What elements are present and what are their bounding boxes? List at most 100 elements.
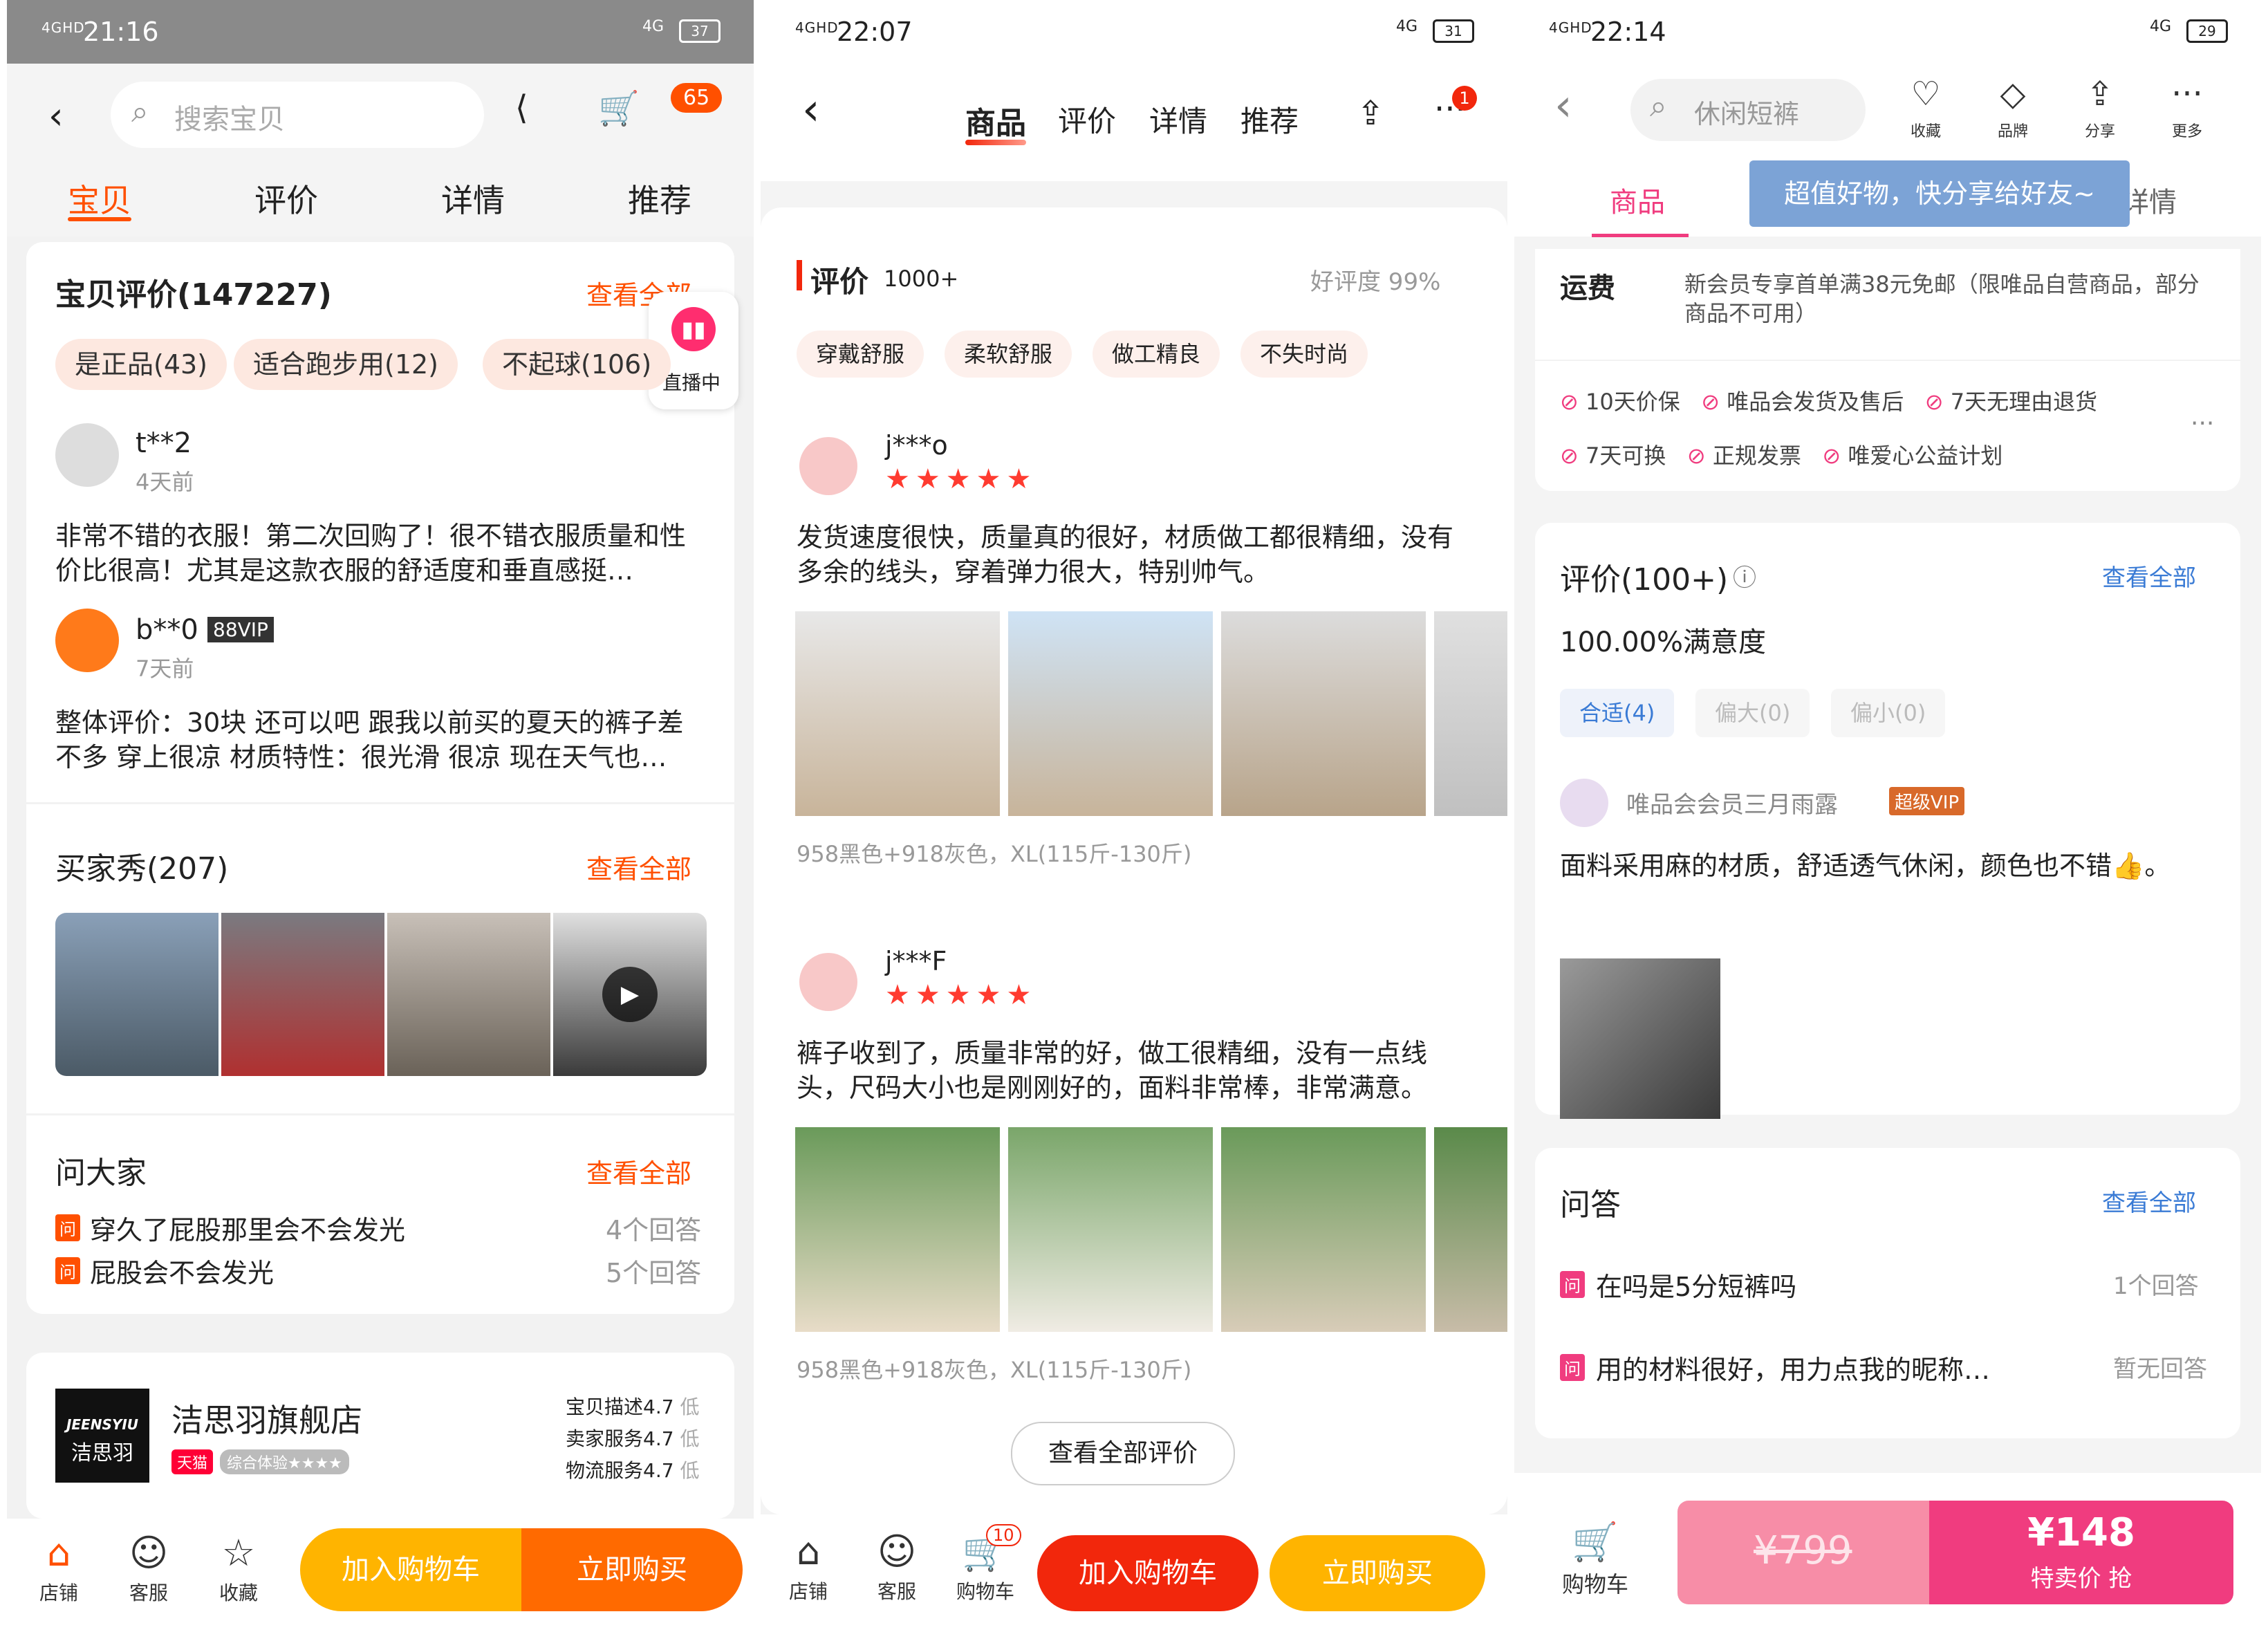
tab-item[interactable]: 商品 [965, 98, 1026, 142]
review-stars: ★ ★ ★ ★ ★ [885, 463, 1032, 495]
qa-question[interactable]: 在吗是5分短裤吗 [1596, 1265, 1796, 1304]
reviews-card: 评价(100+) ⓘ 查看全部 100.00%满意度 合适(4) 偏大(0) 偏… [1535, 523, 2240, 1119]
buyer-photo[interactable] [387, 913, 550, 1076]
tab-details[interactable]: 详情 [1149, 98, 1207, 140]
review-tag[interactable]: 穿戴舒服 [797, 331, 924, 378]
qa-question[interactable]: 用的材料很好，用力点我的昵称… [1596, 1348, 1990, 1387]
review-photo[interactable] [795, 1127, 1000, 1332]
buy-now-button[interactable]: 立即购买 [1270, 1535, 1485, 1611]
review-photo[interactable] [1221, 1127, 1426, 1332]
favorite-button[interactable]: ♡ 收藏 [1888, 73, 1964, 141]
buyer-video[interactable]: ▶ [553, 913, 707, 1076]
check-icon: ⊘ [1560, 443, 1579, 469]
view-all-reviews-button[interactable]: 查看全部评价 [1011, 1422, 1235, 1485]
buyer-photo[interactable] [55, 913, 219, 1076]
review-photo[interactable] [1008, 611, 1213, 816]
search-input[interactable]: ⌕ 休闲短裤 [1630, 79, 1866, 141]
network-indicator: 4G [1395, 18, 1418, 35]
more-button[interactable]: ··· 更多 [2149, 73, 2225, 141]
qa-tag: 问 [55, 1257, 80, 1284]
back-icon[interactable]: ‹ [1554, 80, 1572, 131]
add-cart-button[interactable]: 加入购物车 [1037, 1535, 1258, 1611]
qa-question[interactable]: 穿久了屁股那里会不会发光 [90, 1209, 405, 1247]
reviews-view-all[interactable]: 查看全部 [2102, 559, 2196, 593]
review-text[interactable]: 非常不错的衣服！第二次回购了！很不错衣服质量和性价比很高！尤其是这款衣服的舒适度… [55, 519, 705, 588]
tab-indicator [965, 140, 1026, 145]
review-tag[interactable]: 做工精良 [1093, 331, 1220, 378]
tab-recommend[interactable]: 推荐 [1240, 98, 1299, 140]
review-photo[interactable] [1434, 611, 1507, 816]
share-button[interactable]: ⇪ 分享 [2062, 73, 2138, 141]
tab-reviews[interactable]: 评价 [254, 176, 318, 221]
favorite-button[interactable]: ☆ 收藏 [201, 1532, 277, 1606]
status-bar: 4GHD 22:14 4G 29 [1514, 0, 2261, 64]
info-icon[interactable]: ⓘ [1733, 559, 1756, 593]
back-icon[interactable]: ‹ [48, 94, 64, 138]
share-icon[interactable]: ⇪ [1357, 94, 1384, 133]
status-time: 21:16 [83, 17, 159, 47]
review-photo[interactable] [1008, 1127, 1213, 1332]
original-price: ¥799 [1677, 1501, 1929, 1604]
play-icon[interactable]: ▶ [602, 967, 658, 1022]
qa-view-all[interactable]: 查看全部 [2102, 1184, 2196, 1218]
tab-details[interactable]: 详情 [2121, 180, 2177, 220]
review-text[interactable]: 裤子收到了，质量非常的好，做工很精细，没有一点线头，尺码大小也是刚刚好的，面料非… [797, 1036, 1460, 1105]
shop-name: 洁思羽旗舰店 [171, 1402, 362, 1439]
service-button[interactable]: ☺ 客服 [111, 1532, 187, 1606]
qa-tag: 问 [1560, 1271, 1585, 1298]
fit-tag[interactable]: 合适(4) [1560, 689, 1675, 737]
tab-details[interactable]: 详情 [441, 176, 505, 221]
tab-item[interactable]: 商品 [1610, 180, 1665, 220]
back-icon[interactable]: ‹ [802, 84, 820, 136]
fit-tag[interactable]: 偏小(0) [1831, 689, 1946, 737]
review-tag[interactable]: 柔软舒服 [945, 331, 1072, 378]
reviews-count: 1000+ [884, 266, 959, 292]
shop-button[interactable]: ⌂ 店铺 [770, 1531, 846, 1604]
guarantee-row[interactable]: ⊘ 10天价保 ⊘ 唯品会发货及售后 ⊘ 7天无理由退货 [1560, 384, 2097, 416]
review-tag[interactable]: 是正品(43) [55, 339, 227, 390]
fit-tag[interactable]: 偏大(0) [1695, 689, 1810, 737]
add-cart-button[interactable]: 加入购物车 [300, 1528, 521, 1611]
buy-flash-button[interactable]: ¥148 特卖价 抢 [1929, 1501, 2233, 1604]
review-photo[interactable] [1434, 1127, 1507, 1332]
shop-scores: 宝贝描述4.7 低 卖家服务4.7 低 物流服务4.7 低 [566, 1395, 700, 1482]
review-time: 7天前 [136, 656, 194, 682]
review-photo[interactable] [795, 611, 1000, 816]
divider [26, 802, 734, 804]
shop-button[interactable]: ⌂ 店铺 [21, 1532, 97, 1606]
review-photo[interactable] [1560, 958, 1720, 1119]
cart-icon[interactable]: 🛒 [598, 89, 640, 128]
search-input[interactable]: ⌕ 搜索宝贝 [111, 82, 484, 148]
service-button[interactable]: ☺ 客服 [859, 1531, 935, 1604]
rating[interactable]: 好评度 99% [1310, 263, 1440, 297]
reviews-title: 评价(100+) [1560, 562, 1729, 597]
bottom-bar: ⌂ 店铺 ☺ 客服 ☆ 收藏 加入购物车 立即购买 [7, 1519, 754, 1632]
tab-item[interactable]: 宝贝 [68, 176, 131, 221]
more-dots-icon[interactable]: ··· [2191, 409, 2214, 438]
review-sku: 958黑色+918灰色，XL(115斤-130斤) [797, 1357, 1192, 1383]
brand-button[interactable]: ◇ 品牌 [1975, 73, 2051, 141]
review-photo[interactable] [1221, 611, 1426, 816]
qa-view-all[interactable]: 查看全部 [586, 1152, 691, 1190]
live-label: 直播中 [662, 371, 721, 394]
guarantee-row[interactable]: ⊘ 7天可换 ⊘ 正规发票 ⊘ 唯爱心公益计划 [1560, 438, 2002, 470]
cart-button[interactable]: 🛒 购物车 [1550, 1521, 1640, 1599]
bottom-bar: 🛒 购物车 ¥799 ¥148 特卖价 抢 [1514, 1473, 2261, 1632]
share-icon[interactable]: ⟨ [515, 89, 528, 127]
review-text[interactable]: 发货速度很快，质量真的很好，材质做工都很精细，没有多余的线头，穿着弹力很大，特别… [797, 520, 1460, 589]
buyer-photo[interactable] [221, 913, 384, 1076]
bottom-bar: ⌂ 店铺 ☺ 客服 🛒 购物车 10 加入购物车 立即购买 [761, 1514, 1507, 1632]
tab-recommend[interactable]: 推荐 [628, 176, 691, 221]
buyer-show-view-all[interactable]: 查看全部 [586, 848, 691, 886]
review-tag[interactable]: 适合跑步用(12) [234, 339, 458, 390]
review-tag[interactable]: 不失时尚 [1240, 331, 1368, 378]
review-text[interactable]: 整体评价：30块 还可以吧 跟我以前买的夏天的裤子差不多 穿上很凉 材质特性：很… [55, 705, 705, 775]
review-tag[interactable]: 不起球(106) [483, 339, 671, 390]
buy-now-button[interactable]: 立即购买 [521, 1528, 743, 1611]
shop-card[interactable]: JEENSYIU 洁思羽 洁思羽旗舰店 天猫 综合体验★★★★ 宝贝描述4.7 … [26, 1353, 734, 1519]
qa-question[interactable]: 屁股会不会发光 [90, 1252, 274, 1290]
avatar [799, 437, 857, 495]
review-text[interactable]: 面料采用麻的材质，舒适透气休闲，颜色也不错👍。 [1560, 848, 2210, 884]
tab-reviews[interactable]: 评价 [1058, 98, 1116, 140]
search-icon: ⌕ [131, 94, 149, 129]
